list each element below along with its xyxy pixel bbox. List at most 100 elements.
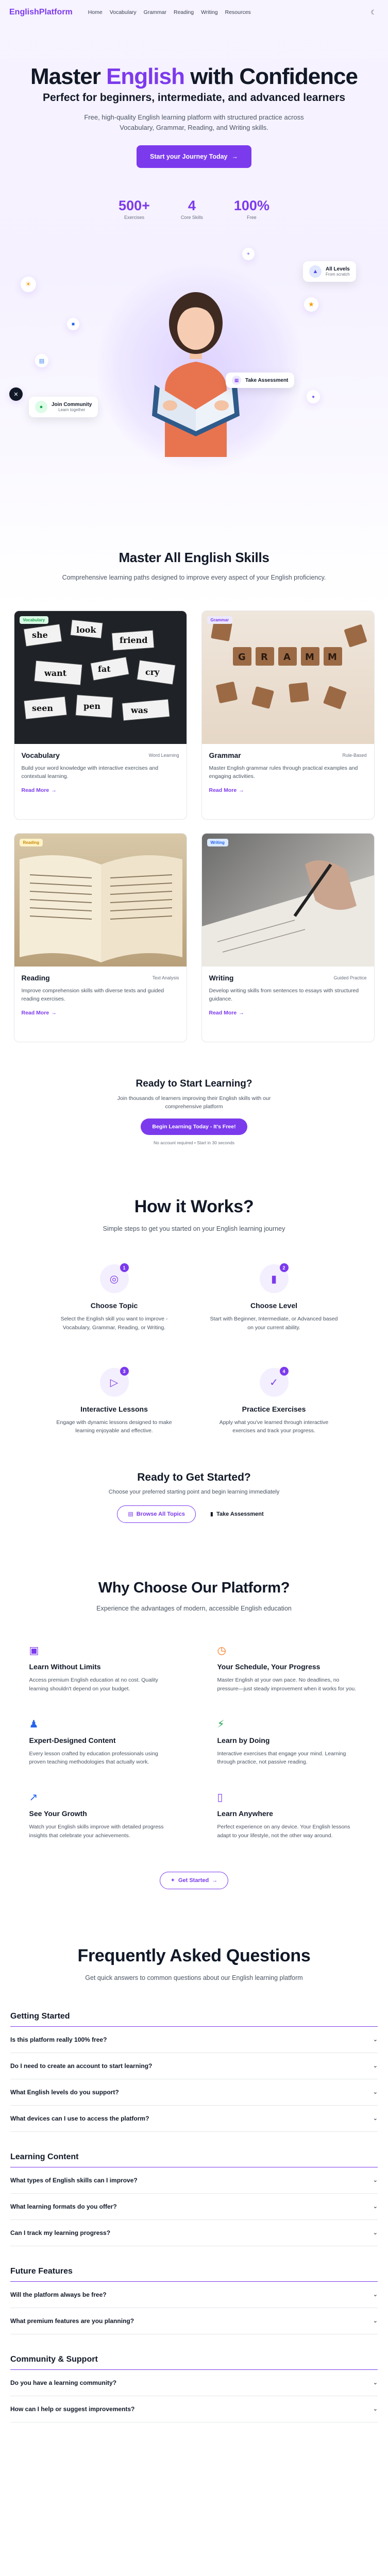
scrabble-tiles-graphic: GRAMM [211,620,367,709]
why-choose-section: Why Choose Our Platform? Experience the … [0,1523,388,1889]
check-circle-icon: ✓ 4 [259,1367,289,1397]
skill-card-grammar[interactable]: G R A M M Grammar Grammar Rule-Based Master E… [201,611,375,820]
faq-item[interactable]: Can I track my learning progress? ⌄ [10,2220,378,2246]
how-subtitle: Simple steps to get you started on your … [103,1225,285,1232]
browse-topics-button[interactable]: ▤ Browse All Topics [117,1505,196,1523]
get-started-cta: Ready to Get Started? Choose your prefer… [0,1435,388,1523]
tag-writing: Writing [207,839,228,847]
stat-free: 100% Free [233,198,269,221]
skill-card-writing[interactable]: Writing Writing Guided Practice Develop w… [201,833,375,1043]
nav-link-grammar[interactable]: Grammar [144,9,166,15]
faq-group-learning-content: Learning Content [10,2153,378,2167]
skill-name: Grammar [209,751,241,760]
svg-text:look: look [76,625,96,635]
faq-item[interactable]: What English levels do you support? ⌄ [10,2079,378,2106]
step-title: Choose Topic [90,1301,138,1310]
faq-item[interactable]: Do you have a learning community? ⌄ [10,2370,378,2396]
faq-item[interactable]: How can I help or suggest improvements? ⌄ [10,2396,378,2422]
read-more-link[interactable]: Read More → [209,787,244,793]
nav-link-home[interactable]: Home [88,9,103,15]
svg-text:M: M [328,652,337,663]
step-desc: Engage with dynamic lessons designed to … [56,1419,172,1434]
how-title: How it Works? [134,1196,254,1216]
vocabulary-image: she look friend want fat cry seen pen was Voca… [14,611,187,744]
chevron-down-icon: ⌄ [373,2177,378,2184]
reading-image: Reading [14,834,187,967]
feature-desc: Watch your English skills improve with d… [29,1824,164,1839]
read-more-link[interactable]: Read More → [209,1010,244,1016]
faq-item[interactable]: What learning formats do you offer? ⌄ [10,2194,378,2220]
step-choose-topic: ◎ 1 Choose Topic Select the English skill… [50,1263,179,1332]
chevron-down-icon: ⌄ [373,2089,378,2096]
step-number: 4 [279,1367,289,1376]
skill-card-reading[interactable]: Reading Reading Text Analysis Improve com… [13,833,187,1043]
svg-text:she: she [32,630,48,640]
spark-icon: ✦ [170,1877,175,1884]
start-journey-button[interactable]: Start your Journey Today → [137,145,251,168]
nav-link-resources[interactable]: Resources [225,9,251,15]
step-desc: Start with Beginner, Intermediate, or Ad… [210,1316,338,1331]
step-interactive-lessons: ▷ 3 Interactive Lessons Engage with dynam… [50,1367,179,1435]
svg-text:R: R [261,652,268,663]
skill-meta: Guided Practice [333,975,367,981]
read-more-link[interactable]: Read More → [22,787,57,793]
take-assessment-badge: ▦ Take Assessment [226,372,295,388]
trend-icon: ↗ [29,1792,38,1804]
hero-subtitle: Perfect for beginners, intermediate, and… [42,92,346,104]
step-desc: Select the English skill you want to imp… [60,1316,168,1331]
feature-title: See Your Growth [29,1809,87,1818]
begin-learning-button[interactable]: Begin Learning Today - It's Free! [141,1118,247,1135]
faq-item[interactable]: Will the platform always be free? ⌄ [10,2282,378,2308]
all-levels-badge: ▲ All Levels From scratch [303,261,356,282]
step-title: Practice Exercises [242,1405,306,1413]
faq-item[interactable]: What devices can I use to access the pla… [10,2106,378,2132]
faq-item[interactable]: Do I need to create an account to start … [10,2053,378,2079]
ready-cta: Ready to Start Learning? Join thousands … [0,1042,388,1145]
phone-icon: ▯ [217,1792,223,1804]
skills-section: Master All English Skills Comprehensive … [0,509,388,1145]
chevron-down-icon: ⌄ [373,2292,378,2298]
get-started-button[interactable]: ✦ Get Started → [159,1871,229,1889]
step-desc: Apply what you've learned through intera… [219,1419,329,1434]
skill-desc: Develop writing skills from sentences to… [209,988,359,1003]
svg-text:was: was [130,705,148,715]
close-icon[interactable]: ✕ [9,387,23,401]
skill-desc: Build your word knowledge with interacti… [21,765,159,780]
user-icon: ♟ [29,1718,39,1730]
star-icon: ★ [304,297,318,312]
spark-icon: ✦ [242,248,255,261]
svg-text:seen: seen [32,703,53,713]
nav-link-reading[interactable]: Reading [174,9,194,15]
faq-item[interactable]: What types of English skills can I impro… [10,2167,378,2194]
svg-text:pen: pen [83,701,100,711]
why-subtitle: Experience the advantages of modern, acc… [96,1604,292,1612]
svg-text:A: A [283,652,291,663]
ready-note: No account required • Start in 30 second… [153,1140,234,1145]
hero-section: Master English with Confidence Perfect f… [0,25,388,509]
skills-grid: she look friend want fat cry seen pen was Voca… [13,611,375,1043]
faq-group-community-support: Community & Support [10,2355,378,2370]
feature-title: Learn Anywhere [217,1809,273,1818]
clipboard-icon: ▦ [232,376,241,385]
nav-link-vocabulary[interactable]: Vocabulary [110,9,137,15]
hero-illustration: ☀ ■ ▤ ★ ● ✦ ▲ All Levels From scratch ● J… [0,241,388,509]
chevron-down-icon: ⌄ [373,2318,378,2325]
chevron-down-icon: ⌄ [373,2406,378,2413]
arrow-right-icon: → [51,787,57,793]
chevron-down-icon: ⌄ [373,2204,378,2210]
skills-subtitle: Comprehensive learning paths designed to… [62,574,326,582]
skill-card-vocabulary[interactable]: she look friend want fat cry seen pen was Voca… [13,611,187,820]
how-it-works-section: How it Works? Simple steps to get you st… [0,1145,388,1523]
faq-item[interactable]: What premium features are you planning? ⌄ [10,2308,378,2334]
nav-link-writing[interactable]: Writing [201,9,217,15]
bar-chart-icon: ▮ 2 [259,1263,289,1294]
settings-dot-icon: ● [307,390,320,404]
moon-icon[interactable]: ☾ [368,7,379,18]
hand-writing-graphic [201,860,374,967]
feature-desc: Master English at your own pace. No dead… [217,1677,357,1692]
faq-item[interactable]: Is this platform really 100% free? ⌄ [10,2027,378,2053]
chevron-down-icon: ⌄ [373,2063,378,2070]
logo[interactable]: EnglishPlatform [9,8,73,17]
read-more-link[interactable]: Read More → [22,1010,57,1016]
take-assessment-button[interactable]: ▮ Take Assessment [203,1505,271,1523]
